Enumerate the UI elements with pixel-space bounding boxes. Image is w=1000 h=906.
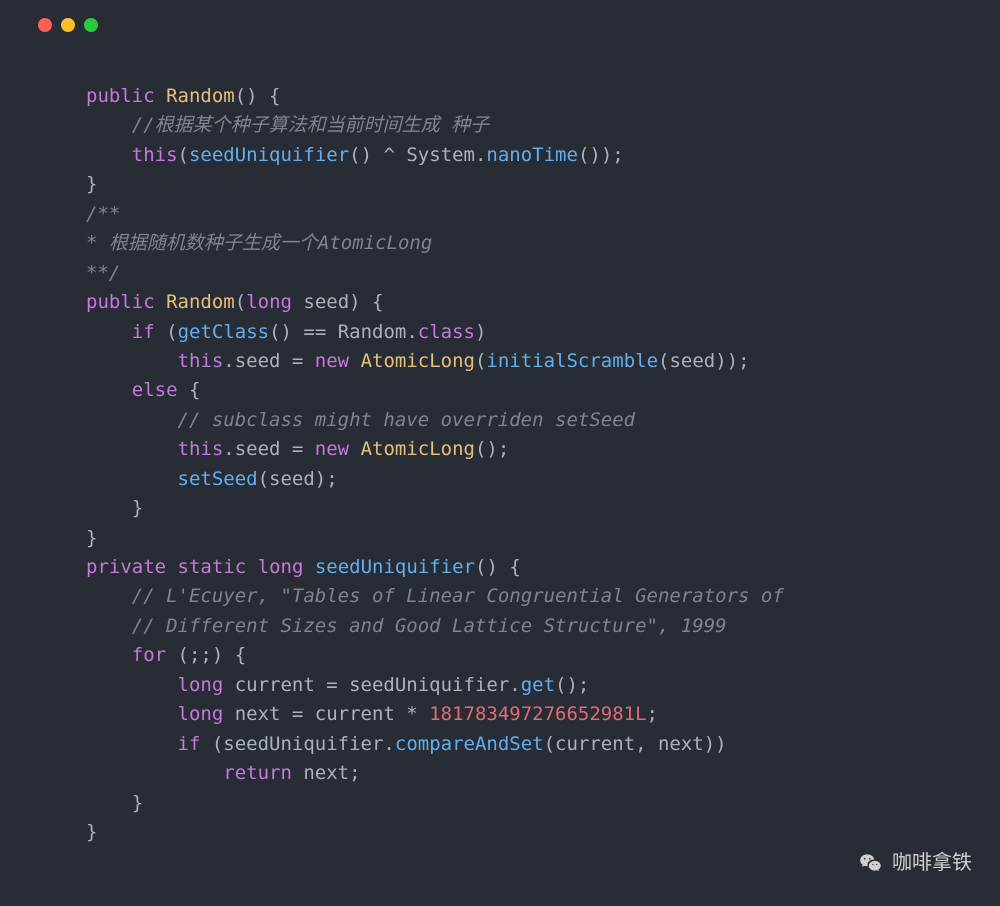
keyword: new <box>315 438 349 460</box>
comment: //根据某个种子算法和当前时间生成 种子 <box>132 114 489 136</box>
func: seedUniquifier <box>315 556 475 578</box>
comment: /** <box>86 203 120 225</box>
keyword: private <box>86 556 166 578</box>
watermark-text: 咖啡拿铁 <box>892 847 972 878</box>
punc: () ^ System. <box>349 144 486 166</box>
close-dot[interactable] <box>38 18 52 32</box>
punc: ) <box>475 321 486 343</box>
comment: // L'Ecuyer, "Tables of Linear Congruent… <box>132 585 784 607</box>
punc: ()); <box>578 144 624 166</box>
comment: // Different Sizes and Good Lattice Stru… <box>132 615 727 637</box>
punc: (seed); <box>258 468 338 490</box>
func: nanoTime <box>486 144 578 166</box>
punc: .seed = <box>223 350 315 372</box>
punc: } <box>86 173 97 195</box>
punc: ( <box>166 321 177 343</box>
punc: next = current * <box>223 703 429 725</box>
keyword: long <box>178 674 224 696</box>
keyword: if <box>132 321 155 343</box>
code-editor: public Random() { //根据某个种子算法和当前时间生成 种子 t… <box>0 32 1000 847</box>
punc: ( <box>178 144 189 166</box>
punc: (seedUniquifier. <box>200 733 394 755</box>
keyword: long <box>246 291 292 313</box>
punc: } <box>132 792 143 814</box>
keyword: else <box>132 379 178 401</box>
punc: (seed)); <box>658 350 750 372</box>
func: seedUniquifier <box>189 144 349 166</box>
maximize-dot[interactable] <box>84 18 98 32</box>
punc: } <box>132 497 143 519</box>
punc: } <box>86 527 97 549</box>
keyword: long <box>178 703 224 725</box>
keyword: for <box>132 644 166 666</box>
punc: () == Random. <box>269 321 418 343</box>
punc: } <box>86 821 97 843</box>
minimize-dot[interactable] <box>61 18 75 32</box>
keyword: public <box>86 85 155 107</box>
punc: () { <box>235 85 281 107</box>
func: getClass <box>178 321 270 343</box>
type: AtomicLong <box>361 350 475 372</box>
keyword: new <box>315 350 349 372</box>
punc: seed) { <box>292 291 384 313</box>
func: get <box>521 674 555 696</box>
punc: .seed = <box>223 438 315 460</box>
keyword: long <box>258 556 304 578</box>
comment: // subclass might have overriden setSeed <box>178 409 636 431</box>
punc: (current, next)) <box>544 733 727 755</box>
punc: () { <box>475 556 521 578</box>
keyword: class <box>418 321 475 343</box>
comment: * 根据随机数种子生成一个AtomicLong <box>86 232 432 254</box>
this-keyword: this <box>178 350 224 372</box>
this-keyword: this <box>132 144 178 166</box>
func: setSeed <box>178 468 258 490</box>
type: Random <box>166 291 235 313</box>
punc: ( <box>475 350 486 372</box>
window-controls <box>0 0 1000 32</box>
punc: next; <box>292 762 361 784</box>
wechat-icon <box>858 850 884 876</box>
keyword: public <box>86 291 155 313</box>
punc: ( <box>235 291 246 313</box>
keyword: return <box>223 762 292 784</box>
keyword: if <box>178 733 201 755</box>
type: AtomicLong <box>361 438 475 460</box>
punc: (); <box>555 674 589 696</box>
func: initialScramble <box>486 350 658 372</box>
type: Random <box>166 85 235 107</box>
func: compareAndSet <box>395 733 544 755</box>
punc: ; <box>647 703 658 725</box>
punc: (;;) { <box>166 644 246 666</box>
punc: current = seedUniquifier. <box>223 674 520 696</box>
punc: { <box>178 379 201 401</box>
number-literal: 181783497276652981L <box>429 703 646 725</box>
keyword: static <box>178 556 247 578</box>
watermark: 咖啡拿铁 <box>858 847 972 878</box>
this-keyword: this <box>178 438 224 460</box>
comment: **/ <box>86 262 120 284</box>
punc: (); <box>475 438 509 460</box>
